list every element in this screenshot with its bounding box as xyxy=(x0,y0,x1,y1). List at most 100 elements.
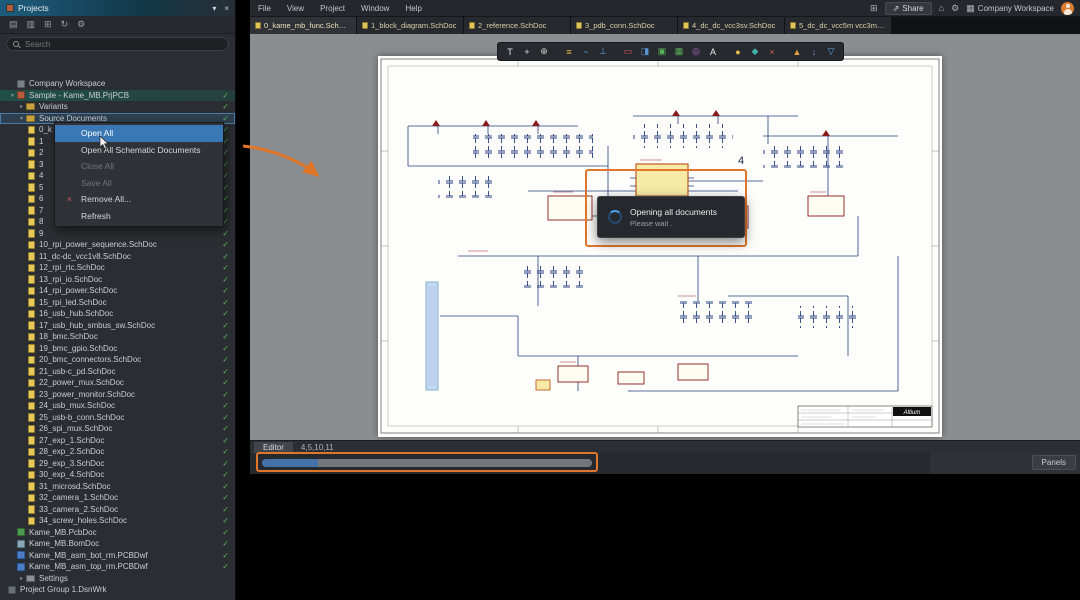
menu-item[interactable]: File xyxy=(250,0,279,16)
menu-item[interactable]: Project xyxy=(312,0,353,16)
tree-item-document[interactable]: 22_power_mux.SchDoc ✓ xyxy=(0,377,235,389)
document-tab[interactable]: 4_dc_dc_vcc3sv.SchDoc xyxy=(678,17,785,34)
projects-panel-title: Projects xyxy=(18,3,49,13)
expand-icon[interactable]: ▾ xyxy=(8,92,17,99)
context-menu-item[interactable]: Save All xyxy=(55,175,223,192)
tree-item-document[interactable]: 34_screw_holes.SchDoc ✓ xyxy=(0,515,235,527)
tree-item-document[interactable]: 20_bmc_connectors.SchDoc ✓ xyxy=(0,354,235,366)
document-tab-bar: 0_kame_mb_func.SchDoc 1_block_diagram.Sc… xyxy=(250,17,1080,34)
schematic-tool-button[interactable]: ◨ xyxy=(637,44,653,59)
schematic-tool-button[interactable]: ◎ xyxy=(688,44,704,59)
document-tab[interactable]: 2_reference.SchDoc xyxy=(464,17,571,34)
schematic-tool-button[interactable]: ▲ xyxy=(789,44,805,59)
tree-item-document[interactable]: Kame_MB.PcbDoc ✓ xyxy=(0,527,235,539)
schematic-tool-button[interactable]: ▦ xyxy=(671,44,687,59)
tree-item-document[interactable]: 17_usb_hub_smbus_sw.SchDoc ✓ xyxy=(0,320,235,332)
schematic-tool-button[interactable]: A xyxy=(705,44,721,59)
share-button[interactable]: ⇗ Share xyxy=(885,2,932,15)
schematic-tool-button[interactable]: ↓ xyxy=(806,44,822,59)
tree-item-document[interactable]: Kame_MB.BomDoc ✓ xyxy=(0,538,235,550)
screenshot-root: File View Project Window Help ⊞ ⇗ Share … xyxy=(0,0,1080,600)
schematic-tool-button[interactable]: ▽ xyxy=(823,44,839,59)
panel-tool-icon[interactable]: ▥ xyxy=(27,19,36,30)
tree-item-document[interactable]: 19_bmc_gpio.SchDoc ✓ xyxy=(0,343,235,355)
panels-button[interactable]: Panels xyxy=(1032,455,1076,470)
panel-tool-icon[interactable]: ⊞ xyxy=(44,19,52,30)
avatar[interactable] xyxy=(1061,2,1074,15)
gear-icon[interactable]: ⚙ xyxy=(951,3,959,14)
tree-item-document[interactable]: 30_exp_4.SchDoc ✓ xyxy=(0,469,235,481)
tree-item-document[interactable]: 25_usb-b_conn.SchDoc ✓ xyxy=(0,412,235,424)
tree-item-document[interactable]: 21_usb-c_pd.SchDoc ✓ xyxy=(0,366,235,378)
tree-item-document[interactable]: 27_exp_1.SchDoc ✓ xyxy=(0,435,235,447)
search-box[interactable] xyxy=(6,37,229,51)
viewport-grid-icon[interactable]: ⊞ xyxy=(870,3,878,14)
tree-item-document[interactable]: 29_exp_3.SchDoc ✓ xyxy=(0,458,235,470)
search-input[interactable] xyxy=(23,39,222,50)
tree-item-settings[interactable]: ▸ Settings xyxy=(0,573,235,585)
tree-item-document[interactable]: 13_rpi_io.SchDoc ✓ xyxy=(0,274,235,286)
workspace-label[interactable]: ▦ Company Workspace xyxy=(966,3,1054,14)
schematic-tool-button[interactable]: ~ xyxy=(578,44,594,59)
tree-item-project[interactable]: ▾ Sample - Kame_MB.PrjPCB ✓ xyxy=(0,90,235,102)
panel-tool-icon[interactable]: ⚙ xyxy=(77,19,85,30)
tree-item-document-partial[interactable]: 9 ✓ xyxy=(0,228,235,240)
schematic-tool-button[interactable]: ▭ xyxy=(620,44,636,59)
context-menu-item[interactable]: × Remove All... xyxy=(55,191,223,208)
home-icon[interactable]: ⌂ xyxy=(939,3,944,13)
schematic-tool-button[interactable]: ● xyxy=(730,44,746,59)
editor-chip[interactable]: Editor xyxy=(254,442,293,453)
context-menu-item[interactable]: Open All xyxy=(55,125,223,142)
document-tab[interactable]: 5_dc_dc_vcc5m vcc3m.SchDoc xyxy=(785,17,892,34)
document-tab[interactable]: 0_kame_mb_func.SchDoc xyxy=(250,17,357,34)
tree-item-document[interactable]: 31_microsd.SchDoc ✓ xyxy=(0,481,235,493)
panel-header-icon[interactable]: ▾ xyxy=(212,4,216,13)
projects-panel-header[interactable]: Projects ▾ × xyxy=(0,0,235,16)
check-icon: ✓ xyxy=(218,562,229,571)
context-menu-item[interactable]: Refresh xyxy=(55,208,223,225)
tree-item-document[interactable]: 32_camera_1.SchDoc ✓ xyxy=(0,492,235,504)
document-tab[interactable]: 3_pdb_conn.SchDoc xyxy=(571,17,678,34)
expand-icon[interactable]: ▾ xyxy=(17,115,26,122)
expand-icon[interactable]: ▸ xyxy=(17,575,26,582)
tree-item-document[interactable]: 33_camera_2.SchDoc ✓ xyxy=(0,504,235,516)
schematic-tool-button[interactable]: + xyxy=(519,44,535,59)
projects-panel-toolbar: ▤ ▥ ⊞ ↻ ⚙ xyxy=(0,16,235,34)
panel-header-icon[interactable]: × xyxy=(224,4,229,13)
tree-item-document[interactable]: 12_rpi_rtc.SchDoc ✓ xyxy=(0,262,235,274)
schematic-tool-button[interactable]: × xyxy=(764,44,780,59)
context-menu-item[interactable]: Open All Schematic Documents xyxy=(55,142,223,159)
menu-item[interactable]: View xyxy=(279,0,312,16)
tree-item-document[interactable]: Kame_MB_asm_bot_rm.PCBDwf ✓ xyxy=(0,550,235,562)
schematic-tool-button[interactable]: ≡ xyxy=(561,44,577,59)
tree-item-document[interactable]: 15_rpi_led.SchDoc ✓ xyxy=(0,297,235,309)
tree-item-document[interactable]: 26_spi_mux.SchDoc ✓ xyxy=(0,423,235,435)
menu-item[interactable]: Help xyxy=(397,0,429,16)
tree-item-document[interactable]: 28_exp_2.SchDoc ✓ xyxy=(0,446,235,458)
tree-item-project-group[interactable]: Project Group 1.DsnWrk xyxy=(0,584,235,596)
tree-item-document[interactable]: 16_usb_hub.SchDoc ✓ xyxy=(0,308,235,320)
schematic-tool-button[interactable]: ⊥ xyxy=(595,44,611,59)
menu-item[interactable]: Window xyxy=(353,0,397,16)
schematic-tool-button[interactable]: T xyxy=(502,44,518,59)
schematic-tool-button[interactable]: ▣ xyxy=(654,44,670,59)
tree-item-document[interactable]: 14_rpi_power.SchDoc ✓ xyxy=(0,285,235,297)
tree-item-document[interactable]: 23_power_monitor.SchDoc ✓ xyxy=(0,389,235,401)
tree-item-variants[interactable]: ▸ Variants ✓ xyxy=(0,101,235,113)
tree-item-document[interactable]: 18_bmc.SchDoc ✓ xyxy=(0,331,235,343)
context-menu-item[interactable]: Close All xyxy=(55,158,223,175)
schematic-sheet[interactable]: 4 Altium xyxy=(378,56,942,437)
document-tab[interactable]: 1_block_diagram.SchDoc xyxy=(357,17,464,34)
tree-item-document[interactable]: Kame_MB_asm_top_rm.PCBDwf ✓ xyxy=(0,561,235,573)
expand-icon[interactable]: ▸ xyxy=(17,103,26,110)
tree-item-document[interactable]: 24_usb_mux.SchDoc ✓ xyxy=(0,400,235,412)
highlighted-ic[interactable] xyxy=(636,164,688,196)
tree-item-document[interactable]: 11_dc-dc_vcc1v8.SchDoc ✓ xyxy=(0,251,235,263)
panel-tool-icon[interactable]: ▤ xyxy=(9,19,18,30)
titlebar-right-cluster: ⊞ ⇗ Share ⌂ ⚙ ▦ Company Workspace xyxy=(870,2,1080,15)
schematic-tool-button[interactable]: ◆ xyxy=(747,44,763,59)
schematic-tool-button[interactable]: ⊕ xyxy=(536,44,552,59)
tree-item-workspace[interactable]: Company Workspace xyxy=(0,78,235,90)
tree-item-document[interactable]: 10_rpi_power_sequence.SchDoc ✓ xyxy=(0,239,235,251)
panel-tool-icon[interactable]: ↻ xyxy=(61,19,69,30)
